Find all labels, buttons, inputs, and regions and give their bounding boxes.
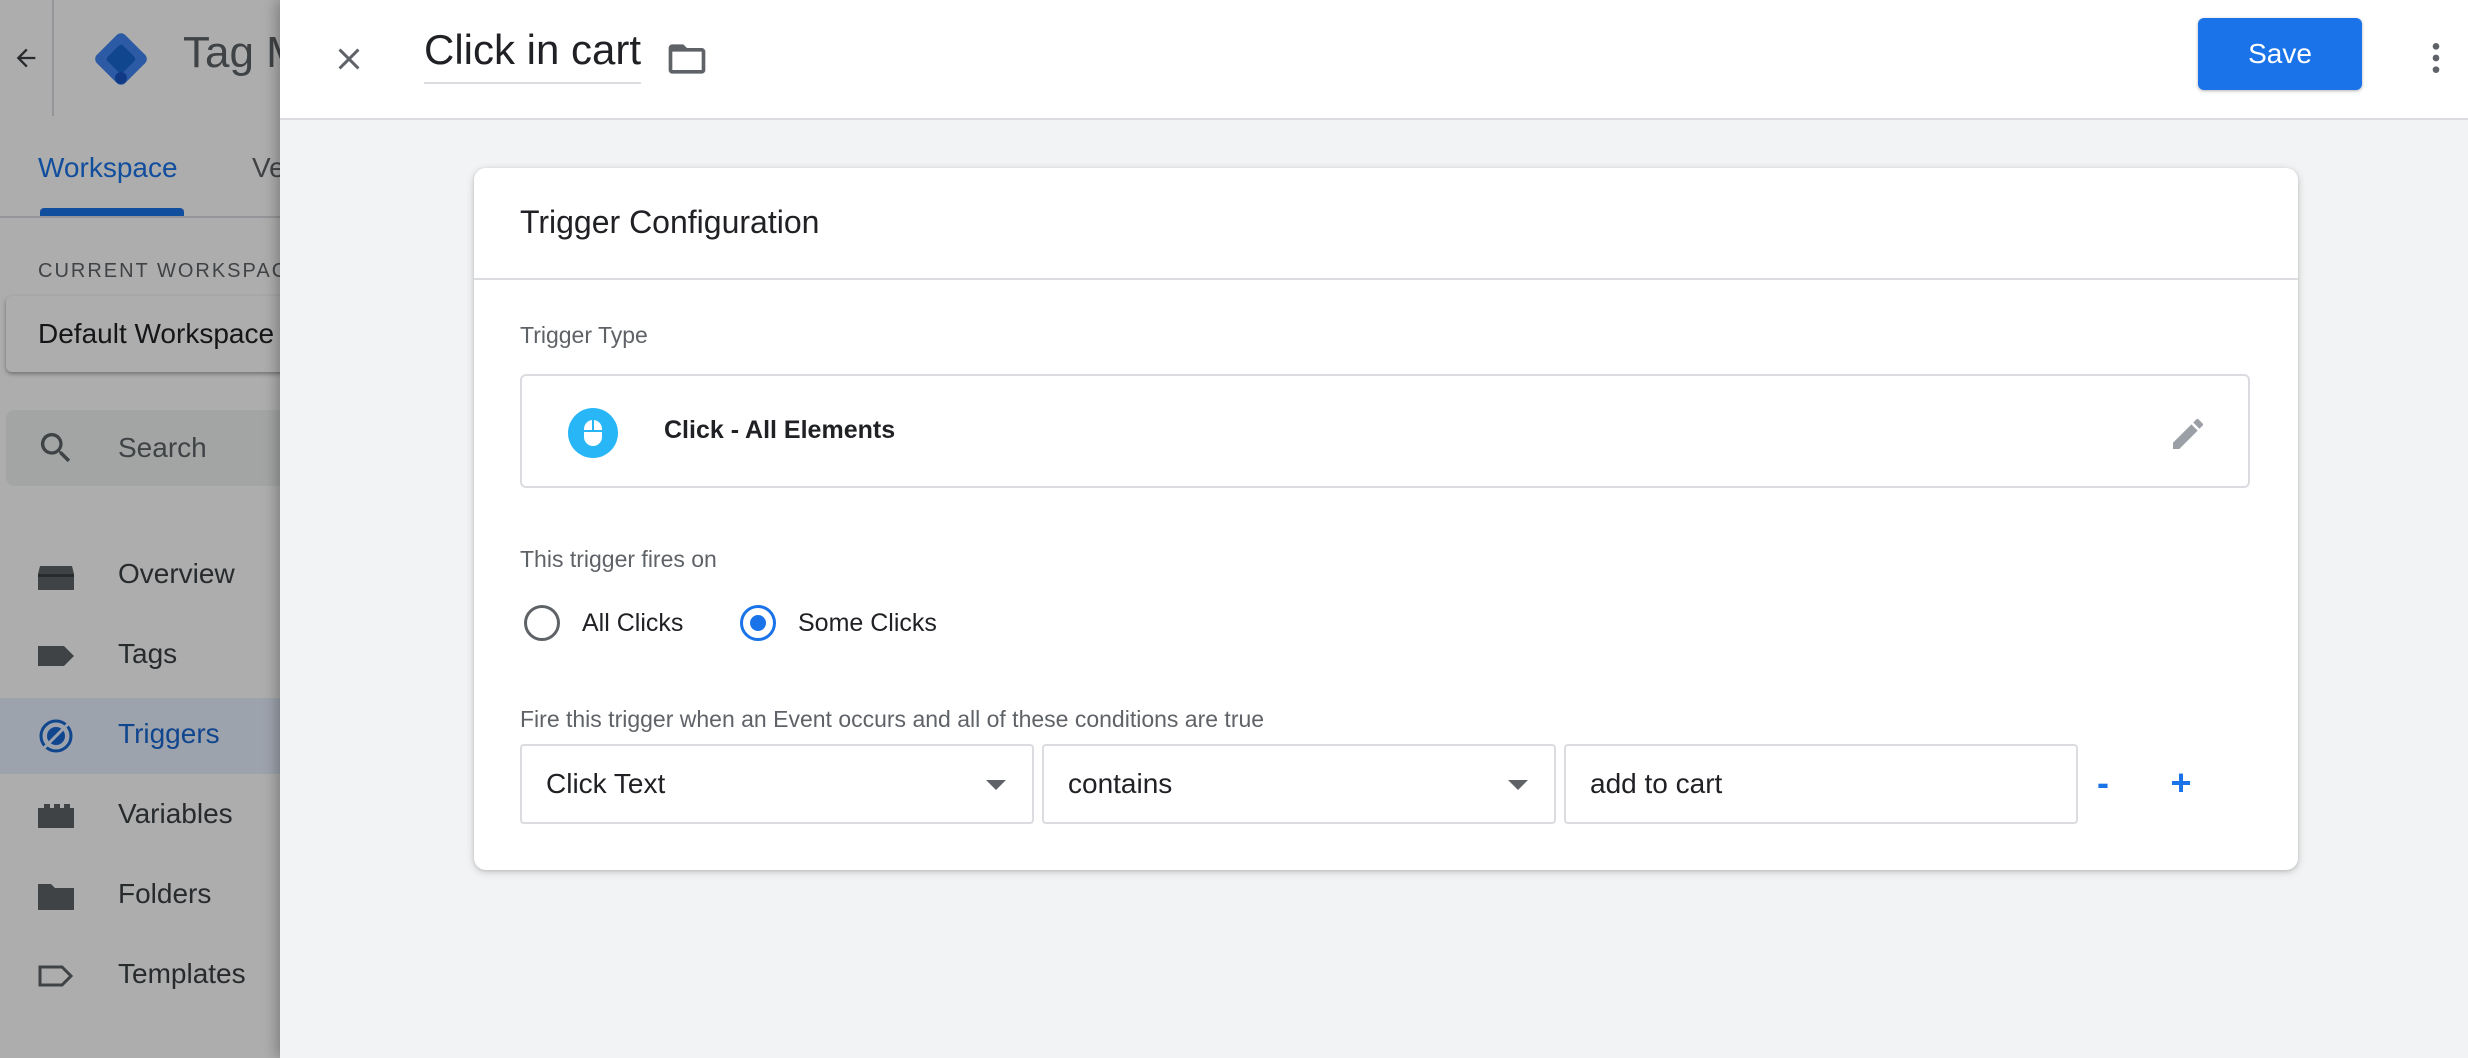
- condition-label: Fire this trigger when an Event occurs a…: [520, 706, 1265, 732]
- select-value: Click Text: [546, 768, 666, 799]
- radio-label: Some Clicks: [798, 608, 937, 637]
- dropdown-arrow-icon: [986, 780, 1006, 790]
- save-button[interactable]: Save: [2198, 18, 2362, 90]
- input-value: add to cart: [1590, 768, 1723, 799]
- trigger-name-input[interactable]: Click in cart: [424, 26, 642, 84]
- folder-outline-icon: [668, 44, 706, 74]
- trigger-type-name: Click - All Elements: [664, 416, 896, 444]
- divider: [474, 278, 2298, 280]
- card-title: Trigger Configuration: [520, 204, 820, 240]
- more-vert-icon: [2432, 43, 2440, 73]
- radio-label: All Clicks: [582, 608, 684, 637]
- radio-button-checked-icon: [740, 605, 776, 641]
- drawer-header: Click in cart Save: [280, 0, 2468, 120]
- close-icon: [338, 48, 360, 70]
- trigger-editor-drawer: Click in cart Save Trigger Configuration…: [280, 0, 2468, 1058]
- close-button[interactable]: [322, 32, 376, 86]
- radio-some-clicks[interactable]: Some Clicks: [740, 598, 937, 648]
- radio-button-unchecked-icon: [524, 605, 560, 641]
- trigger-type-selector[interactable]: Click - All Elements: [520, 374, 2250, 488]
- edit-trigger-type-button[interactable]: [2162, 408, 2214, 460]
- add-condition-button[interactable]: +: [2156, 758, 2206, 808]
- pencil-icon: [2173, 418, 2203, 449]
- condition-variable-select[interactable]: Click Text: [520, 744, 1034, 824]
- mouse-icon: [568, 408, 618, 458]
- folder-button[interactable]: [660, 32, 714, 86]
- remove-condition-button[interactable]: -: [2078, 758, 2128, 808]
- condition-value-input[interactable]: add to cart: [1564, 744, 2078, 824]
- dropdown-arrow-icon: [1508, 780, 1528, 790]
- more-options-button[interactable]: [2410, 32, 2462, 84]
- select-value: contains: [1068, 768, 1173, 799]
- fires-on-label: This trigger fires on: [520, 546, 717, 572]
- condition-operator-select[interactable]: contains: [1042, 744, 1556, 824]
- trigger-configuration-card: Trigger Configuration Trigger Type Click…: [474, 168, 2298, 870]
- trigger-type-label: Trigger Type: [520, 322, 648, 348]
- radio-all-clicks[interactable]: All Clicks: [524, 598, 683, 648]
